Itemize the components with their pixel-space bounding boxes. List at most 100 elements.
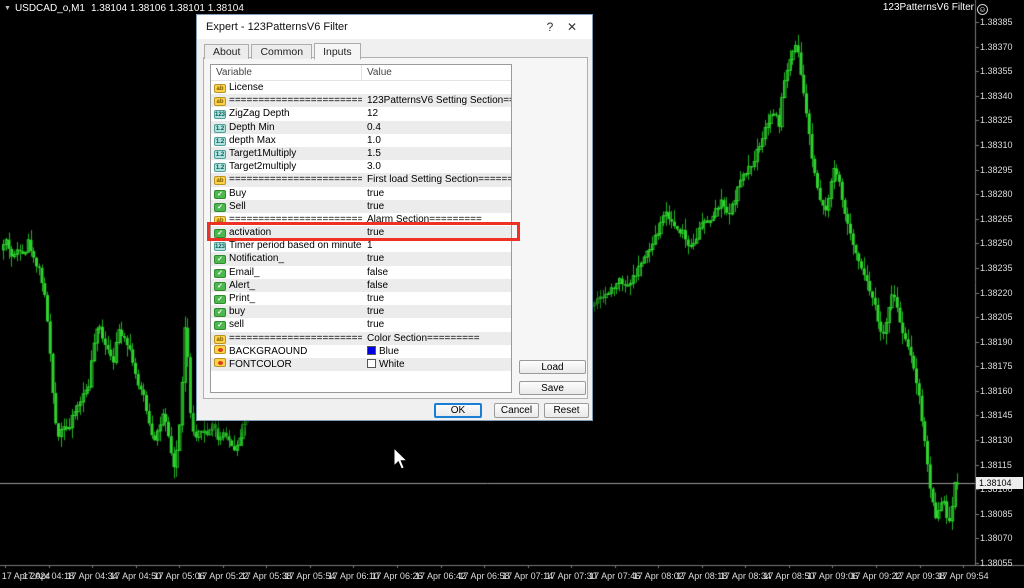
price-tick-label: 1.38280 <box>980 189 1013 199</box>
param-row--[interactable]: ab================================123Pat… <box>211 94 511 107</box>
param-row--[interactable]: ab================================First … <box>211 173 511 186</box>
bool-type-icon: ✓ <box>214 269 226 278</box>
param-value[interactable]: true <box>362 305 511 318</box>
param-value[interactable]: true <box>362 292 511 305</box>
double-type-icon: 1.2 <box>214 163 226 172</box>
param-row-depth-min[interactable]: 1.2Depth Min0.4 <box>211 121 511 134</box>
param-value[interactable]: 0.4 <box>362 121 511 134</box>
price-tick-label: 1.38190 <box>980 337 1013 347</box>
price-tick-label: 1.38325 <box>980 115 1013 125</box>
param-row-buy[interactable]: ✓Buy true <box>211 187 511 200</box>
price-tick-label: 1.38220 <box>980 288 1013 298</box>
price-tick-label: 1.38340 <box>980 91 1013 101</box>
reset-button[interactable]: Reset <box>544 403 589 418</box>
string-type-icon: ab <box>214 216 226 225</box>
param-row-fontcolor[interactable]: FONTCOLORWhite <box>211 358 511 371</box>
param-row-depth-max[interactable]: 1.2depth Max1.0 <box>211 134 511 147</box>
param-row-alert-[interactable]: ✓Alert_false <box>211 279 511 292</box>
param-value[interactable]: 1 <box>362 239 511 252</box>
param-row-target1multiply[interactable]: 1.2Target1Multiply 1.5 <box>211 147 511 160</box>
param-row-license[interactable]: abLicense <box>211 81 511 94</box>
param-value[interactable]: true <box>362 200 511 213</box>
param-name: activation <box>229 227 271 238</box>
inputs-panel: Variable Value abLicenseab==============… <box>203 57 588 399</box>
cancel-button[interactable]: Cancel <box>494 403 539 418</box>
expert-settings-dialog: Expert - 123PatternsV6 Filter ? ✕ About … <box>196 14 593 421</box>
param-name: sell <box>229 319 244 330</box>
table-rows: abLicenseab=============================… <box>211 81 511 371</box>
ok-button[interactable]: OK <box>434 403 482 418</box>
bool-type-icon: ✓ <box>214 295 226 304</box>
price-tick-label: 1.38160 <box>980 386 1013 396</box>
param-row-sell[interactable]: ✓Selltrue <box>211 200 511 213</box>
param-row-target2multiply[interactable]: 1.2Target2multiply 3.0 <box>211 160 511 173</box>
param-row-zigzag-depth[interactable]: 123ZigZag Depth12 <box>211 107 511 120</box>
price-tick-label: 1.38085 <box>980 509 1013 519</box>
indicator-name-label: 123PatternsV6 Filter☺ <box>883 2 988 15</box>
param-name: buy <box>229 306 245 317</box>
param-value[interactable]: true <box>362 318 511 331</box>
price-tick-label: 1.38115 <box>980 460 1012 470</box>
param-name: ZigZag Depth <box>229 108 290 119</box>
price-tick-label: 1.38355 <box>980 66 1013 76</box>
parameters-table: Variable Value abLicenseab==============… <box>210 64 512 393</box>
param-value[interactable]: true <box>362 226 511 239</box>
param-name: Timer period based on minutes <box>229 240 362 251</box>
load-button[interactable]: Load <box>519 360 586 374</box>
param-value[interactable]: 12 <box>362 107 511 120</box>
symbol-name: USDCAD_o,M1 <box>15 3 85 14</box>
param-value[interactable]: Color Section========= <box>362 332 511 345</box>
dialog-titlebar[interactable]: Expert - 123PatternsV6 Filter ? ✕ <box>197 15 592 39</box>
param-name: depth Max <box>229 135 276 146</box>
close-icon[interactable]: ✕ <box>561 20 583 34</box>
double-type-icon: 1.2 <box>214 150 226 159</box>
dialog-tabs: About Common Inputs <box>204 43 363 59</box>
tab-common[interactable]: Common <box>251 44 312 59</box>
tab-about[interactable]: About <box>204 44 249 59</box>
param-name: ================================ <box>229 174 362 185</box>
param-row-notification-[interactable]: ✓Notification_true <box>211 252 511 265</box>
symbol-bar[interactable]: ▼USDCAD_o,M11.38104 1.38106 1.38101 1.38… <box>4 3 244 14</box>
tab-inputs[interactable]: Inputs <box>314 43 361 60</box>
param-value[interactable]: White <box>362 358 511 371</box>
param-value[interactable]: 1.5 <box>362 147 511 160</box>
param-value[interactable]: 1.0 <box>362 134 511 147</box>
param-name: BACKGRAOUND <box>229 346 307 357</box>
chevron-down-icon: ▼ <box>4 5 11 12</box>
param-value[interactable]: 123PatternsV6 Setting Section========= <box>362 94 511 107</box>
param-row--[interactable]: ab================================Alarm … <box>211 213 511 226</box>
param-value[interactable]: true <box>362 252 511 265</box>
param-row-email-[interactable]: ✓Email_false <box>211 266 511 279</box>
string-type-icon: ab <box>214 97 226 106</box>
color-swatch <box>367 359 376 368</box>
param-row-sell[interactable]: ✓sell true <box>211 318 511 331</box>
param-value[interactable]: 3.0 <box>362 160 511 173</box>
save-button[interactable]: Save <box>519 381 586 395</box>
color-type-icon <box>214 345 226 354</box>
param-row-buy[interactable]: ✓buy true <box>211 305 511 318</box>
param-row-print-[interactable]: ✓Print_true <box>211 292 511 305</box>
param-value[interactable]: false <box>362 266 511 279</box>
param-name: Target2multiply <box>229 161 296 172</box>
bool-type-icon: ✓ <box>214 308 226 317</box>
param-value[interactable]: Blue <box>362 345 511 358</box>
param-value[interactable]: false <box>362 279 511 292</box>
param-row--[interactable]: ab================================Color … <box>211 332 511 345</box>
help-button[interactable]: ? <box>539 20 561 34</box>
param-name: Target1Multiply <box>229 148 296 159</box>
price-tick-label: 1.38250 <box>980 238 1013 248</box>
price-tick-label: 1.38310 <box>980 140 1013 150</box>
param-name: Depth Min <box>229 122 275 133</box>
price-tick-label: 1.38235 <box>980 263 1013 273</box>
param-value[interactable]: Alarm Section========= <box>362 213 511 226</box>
bool-type-icon: ✓ <box>214 321 226 330</box>
param-row-backgraound[interactable]: BACKGRAOUND Blue <box>211 345 511 358</box>
param-row-timer-period-based-on-minutes[interactable]: 123Timer period based on minutes1 <box>211 239 511 252</box>
param-name: Buy <box>229 188 246 199</box>
param-value[interactable] <box>362 81 511 94</box>
param-value[interactable]: First load Setting Section========= <box>362 173 511 186</box>
bool-type-icon: ✓ <box>214 190 226 199</box>
param-name: Notification_ <box>229 253 284 264</box>
param-row-activation[interactable]: ✓activationtrue <box>211 226 511 239</box>
param-value[interactable]: true <box>362 187 511 200</box>
